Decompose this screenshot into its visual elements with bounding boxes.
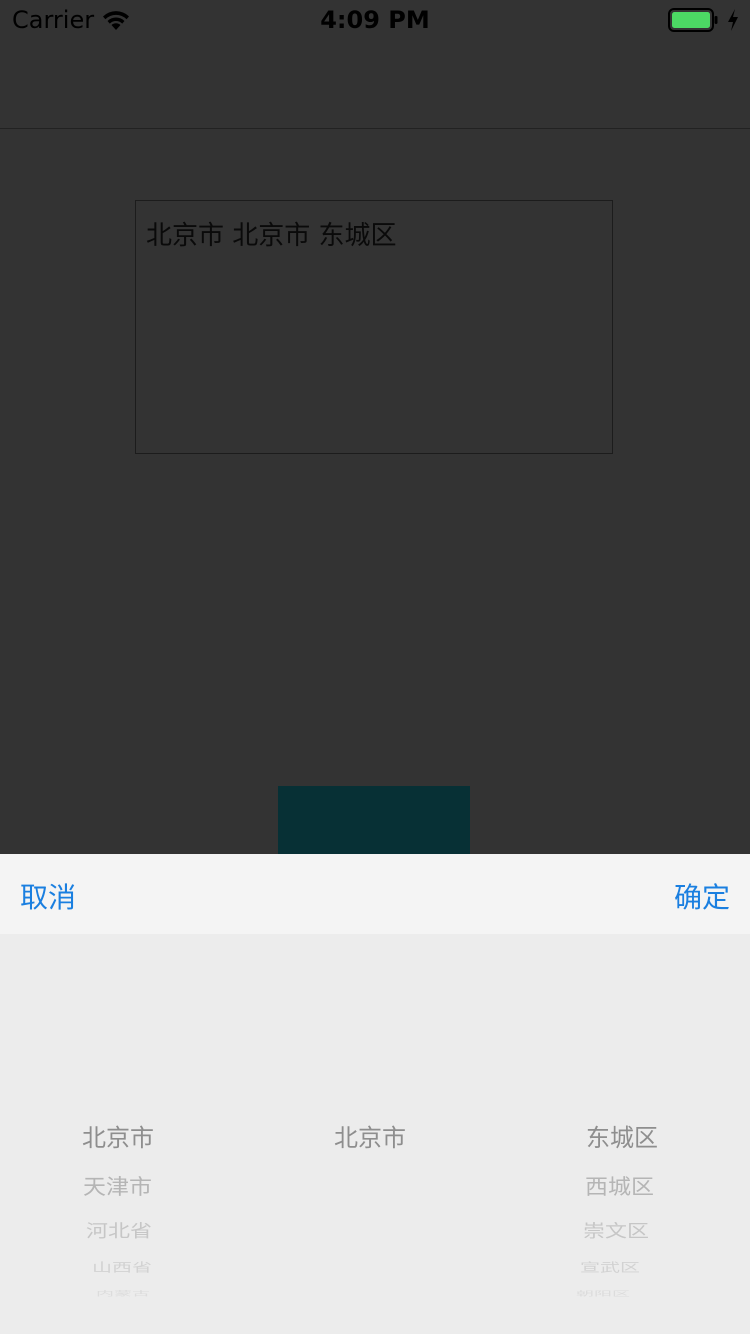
navigation-bar-divider [0, 128, 750, 129]
picker-item[interactable]: 山西省 [92, 1258, 152, 1275]
battery-icon [668, 8, 718, 32]
picker-item[interactable]: 内蒙古 [96, 1288, 150, 1297]
picker-item[interactable]: 河北省 [86, 1217, 152, 1243]
picker-item[interactable]: 天津市 [83, 1169, 152, 1200]
select-address-button[interactable] [278, 786, 470, 856]
region-picker: 北京市 天津市 河北省 山西省 内蒙古 北京市 东城区 西城区 崇文区 宣武区 … [0, 934, 750, 1334]
picker-item[interactable]: 宣武区 [580, 1258, 640, 1275]
city-column[interactable]: 北京市 [250, 934, 500, 1334]
confirm-button[interactable]: 确定 [674, 876, 730, 916]
charging-bolt-icon [728, 9, 738, 31]
picker-item[interactable]: 北京市 [82, 1118, 154, 1153]
province-column[interactable]: 北京市 天津市 河北省 山西省 内蒙古 [0, 934, 250, 1334]
cancel-button[interactable]: 取消 [20, 876, 76, 916]
address-display[interactable]: 北京市 北京市 东城区 [135, 200, 613, 454]
picker-toolbar: 取消 确定 [0, 854, 750, 934]
picker-item[interactable]: 崇文区 [583, 1217, 649, 1243]
district-column[interactable]: 东城区 西城区 崇文区 宣武区 朝阳区 [500, 934, 750, 1334]
picker-item[interactable]: 朝阳区 [576, 1288, 630, 1297]
address-text: 北京市 北京市 东城区 [146, 221, 397, 251]
picker-item[interactable]: 东城区 [586, 1118, 658, 1153]
picker-item[interactable]: 北京市 [334, 1118, 406, 1153]
status-time: 4:09 PM [320, 6, 430, 34]
picker-item[interactable]: 西城区 [585, 1169, 654, 1200]
status-bar: Carrier 4:09 PM [0, 0, 750, 40]
